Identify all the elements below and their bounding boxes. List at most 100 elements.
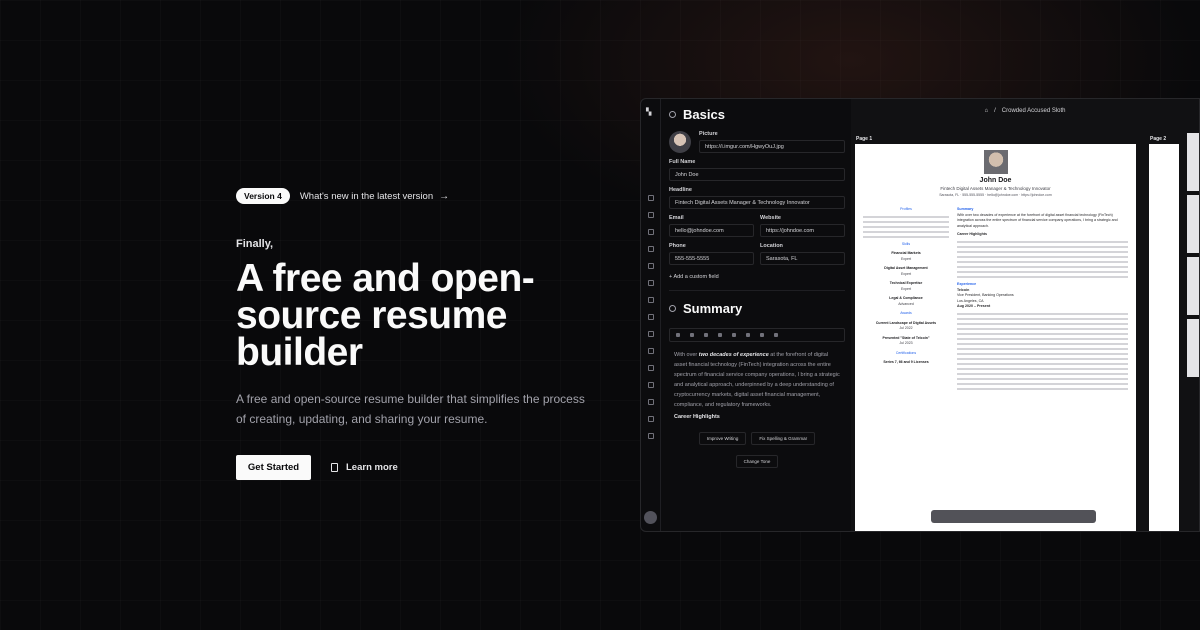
basics-nav-icon[interactable] (648, 195, 654, 201)
profiles-nav-icon[interactable] (648, 229, 654, 235)
get-started-button[interactable]: Get Started (236, 455, 311, 480)
email-label: Email (669, 215, 684, 221)
fix-spelling-button[interactable]: Fix Spelling & Grammar (751, 432, 816, 445)
editor-panel: Basics Picture https://i.imgur.com/HgwyO… (663, 99, 851, 531)
resume-page-2 (1149, 144, 1179, 531)
references-nav-icon[interactable] (648, 416, 654, 422)
add-field-label: Add a custom field (673, 274, 719, 280)
hero-subtext: A free and open-source resume builder th… (236, 392, 585, 426)
profiles-list (863, 215, 949, 238)
book-icon (331, 463, 338, 472)
user-icon (669, 111, 676, 118)
add-custom-field-button[interactable]: + Add a custom field (669, 274, 845, 280)
summary-text-post: at the forefront of digital asset financ… (674, 352, 840, 408)
resume-title: Crowded Accused Sloth (1001, 108, 1066, 114)
whats-new-label: What's new in the latest version (299, 190, 434, 202)
eyebrow-text: Finally, (236, 238, 274, 250)
career-lines (957, 240, 1128, 278)
version-row: Version 4 What's new in the latest versi… (236, 188, 616, 204)
code-icon[interactable] (746, 333, 750, 337)
headline-label: Headline (669, 187, 692, 193)
hero-section: Version 4 What's new in the latest versi… (236, 188, 616, 480)
highlight-icon[interactable] (718, 333, 722, 337)
hero-headline: A free and open-source resume builder (236, 257, 535, 374)
thumbnail[interactable] (1187, 319, 1199, 377)
preview-zoom-toolbar[interactable] (931, 510, 1096, 523)
summary-nav-icon[interactable] (648, 212, 654, 218)
summary-editor[interactable]: With over two decades of experience at t… (669, 350, 845, 422)
link-icon[interactable] (732, 333, 736, 337)
resume-page-1: John Doe Fintech Digital Assets Manager … (855, 144, 1136, 531)
publications-nav-icon[interactable] (648, 382, 654, 388)
skills-nav-icon[interactable] (648, 280, 654, 286)
arrow-right-icon: → (439, 190, 450, 202)
education-nav-icon[interactable] (648, 263, 654, 269)
awards-heading: Awards (900, 311, 912, 315)
resume-preview: ⌂ / Crowded Accused Sloth Page 1 Page 2 … (851, 99, 1199, 531)
italic-icon[interactable] (690, 333, 694, 337)
experience-nav-icon[interactable] (648, 246, 654, 252)
whats-new-link[interactable]: What's new in the latest version → (300, 191, 449, 202)
home-icon[interactable]: ⌂ (985, 108, 989, 114)
email-input[interactable]: hello@johndoe.com (669, 224, 754, 237)
section-divider (669, 290, 845, 291)
rich-text-toolbar (669, 328, 845, 342)
interests-nav-icon[interactable] (648, 348, 654, 354)
list-icon[interactable] (760, 333, 764, 337)
user-avatar[interactable] (644, 511, 657, 524)
page-thumbnails (1187, 133, 1199, 531)
learn-more-button[interactable]: Learn more (331, 462, 398, 473)
strike-icon[interactable] (704, 333, 708, 337)
experience-lines (957, 312, 1128, 390)
certs-heading: Certifications (895, 350, 917, 355)
certifications-nav-icon[interactable] (648, 331, 654, 337)
heading-icon[interactable] (774, 333, 778, 337)
breadcrumb-separator: / (994, 108, 996, 114)
career-highlights-label: Career Highlights (674, 414, 720, 420)
skill-3-level: Expert (900, 286, 912, 291)
preview-topbar: ⌂ / Crowded Accused Sloth (851, 99, 1199, 123)
cta-row: Get Started Learn more (236, 455, 616, 480)
website-input[interactable]: https://johndoe.com (760, 224, 845, 237)
thumbnail[interactable] (1187, 195, 1199, 253)
resume-photo (983, 150, 1008, 174)
logo-icon: ▚ (646, 109, 652, 116)
profile-picture[interactable] (669, 131, 691, 153)
volunteer-nav-icon[interactable] (648, 399, 654, 405)
location-label: Location (760, 243, 783, 249)
location-input[interactable]: Sarasota, FL (760, 252, 845, 265)
app-preview-window: ▚ Basics Picture https://i.imgur.com/Hgw… (640, 98, 1200, 532)
fullname-label: Full Name (669, 159, 696, 165)
bold-icon[interactable] (676, 333, 680, 337)
phone-input[interactable]: 555-555-5555 (669, 252, 754, 265)
awards-nav-icon[interactable] (648, 314, 654, 320)
resume-summary-text: With over two decades of experience at t… (957, 212, 1118, 228)
projects-nav-icon[interactable] (648, 365, 654, 371)
resume-name: John Doe (979, 177, 1012, 184)
company-date: Aug 2020 – Present (957, 304, 991, 309)
picture-row: Picture https://i.imgur.com/HgwyOuJ.jpg (669, 131, 845, 153)
add-section-icon[interactable] (648, 433, 654, 439)
website-label: Website (760, 215, 781, 221)
phone-label: Phone (669, 243, 686, 249)
picture-label: Picture (699, 131, 718, 137)
summary-text-bold: two decades of experience (698, 352, 769, 358)
profiles-heading: Profiles (900, 207, 912, 211)
resume-sidebar: Profiles Skills Financial Markets Expert… (863, 203, 949, 393)
thumbnail[interactable] (1187, 257, 1199, 315)
page-1-label: Page 1 (856, 136, 873, 142)
picture-url-input[interactable]: https://i.imgur.com/HgwyOuJ.jpg (699, 140, 845, 153)
left-rail: ▚ (641, 99, 661, 531)
fullname-input[interactable]: John Doe (669, 168, 845, 181)
change-tone-button[interactable]: Change Tone (735, 455, 779, 468)
thumbnail[interactable] (1187, 133, 1199, 191)
summary-icon (669, 305, 676, 312)
resume-career-heading: Career Highlights (957, 232, 987, 237)
headline-input[interactable]: Fintech Digital Assets Manager & Technol… (669, 196, 845, 209)
summary-text-pre: With over (674, 352, 699, 358)
languages-nav-icon[interactable] (648, 297, 654, 303)
improve-writing-button[interactable]: Improve Writing (698, 432, 747, 445)
learn-more-label: Learn more (346, 462, 398, 473)
version-badge: Version 4 (236, 188, 290, 204)
page-2-label: Page 2 (1150, 136, 1167, 142)
